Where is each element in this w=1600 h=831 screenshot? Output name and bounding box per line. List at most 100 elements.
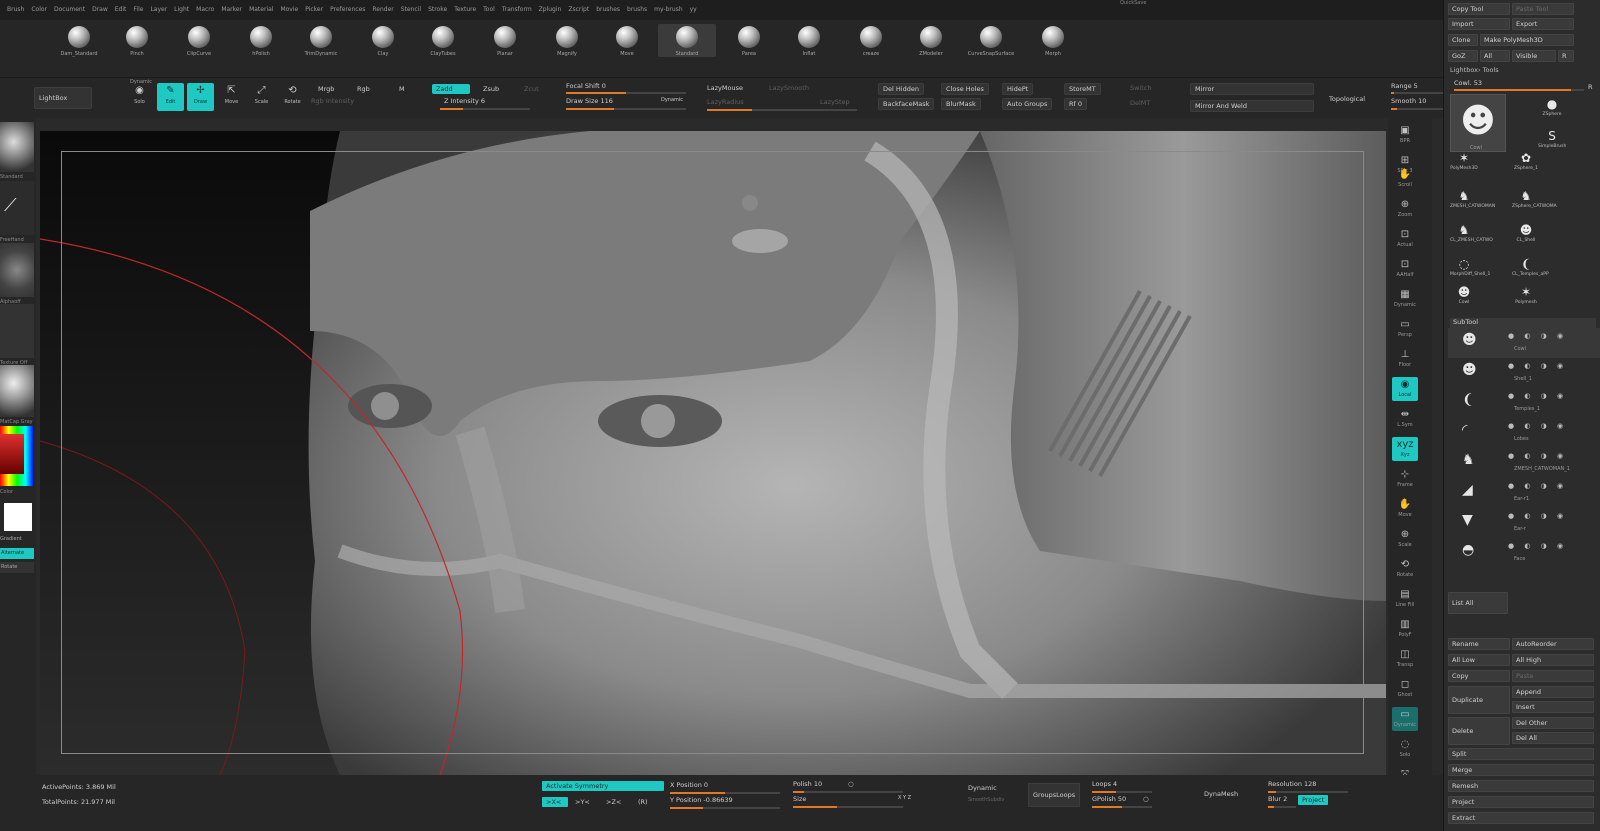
brush-zmodeler[interactable]: ZModeler xyxy=(902,24,960,57)
scale-button[interactable]: ⤢ Scale xyxy=(248,83,275,111)
goz-all-button[interactable]: All xyxy=(1480,50,1510,62)
menu-item[interactable]: brushes xyxy=(596,0,620,20)
tool-thumb[interactable]: ☻ CL_Shell xyxy=(1512,222,1540,243)
polish-slider[interactable]: Polish 10 xyxy=(793,780,822,788)
brush-creaze[interactable]: creaze xyxy=(842,24,900,57)
shelf-ghost-button[interactable]: ◻ Ghost xyxy=(1392,677,1418,701)
dynamic-subdiv-label[interactable]: Dynamic xyxy=(968,784,997,792)
stroke-thumbnail[interactable]: ⟋ FreeHand xyxy=(0,181,34,243)
tool-thumb[interactable]: ☻ Cowl xyxy=(1450,284,1478,305)
menu-item[interactable]: Zscript xyxy=(568,0,589,20)
activate-symmetry-button[interactable]: Activate Symmetry xyxy=(542,781,664,791)
subtool-visibility-icon[interactable]: ● ◐ ◑ ◉ xyxy=(1508,392,1567,400)
edit-button[interactable]: ✎ Edit xyxy=(157,83,184,111)
mirror-button[interactable]: Mirror xyxy=(1190,83,1314,95)
brush-clay[interactable]: Clay xyxy=(354,24,412,57)
focal-shift-slider[interactable]: Focal Shift 0 xyxy=(566,82,606,90)
shelf-polyf-button[interactable]: ▥ PolyF xyxy=(1392,617,1418,641)
tool-slider[interactable] xyxy=(1454,89,1584,91)
subtool-row[interactable]: ◢ ● ◐ ◑ ◉ Ear-r1 xyxy=(1448,478,1600,508)
size-track[interactable] xyxy=(793,806,903,808)
lazysmooth-slider[interactable]: LazySmooth xyxy=(769,84,809,92)
menu-item[interactable]: Document xyxy=(54,0,85,20)
shelf-zoom-button[interactable]: ⊕ Zoom xyxy=(1392,197,1418,221)
groups-loops-button[interactable]: GroupsLoops xyxy=(1028,783,1081,807)
blur-track[interactable] xyxy=(1268,806,1296,808)
project-toggle[interactable]: Project xyxy=(1298,795,1329,805)
dynamic-size-toggle[interactable]: Dynamic xyxy=(661,97,683,103)
subtool-row[interactable]: ▼ ● ◐ ◑ ◉ Ear-r xyxy=(1448,508,1600,538)
rgb-intensity-slider[interactable]: Rgb Intensity xyxy=(311,97,354,105)
lightbox-button[interactable]: LightBox xyxy=(34,87,92,109)
subtool-visibility-icon[interactable]: ● ◐ ◑ ◉ xyxy=(1508,452,1567,460)
resolution-track[interactable] xyxy=(1268,791,1348,793)
paste-button[interactable]: Paste xyxy=(1512,670,1594,682)
dynamesh-button[interactable]: DynaMesh xyxy=(1204,790,1238,798)
subtool-visibility-icon[interactable]: ● ◐ ◑ ◉ xyxy=(1508,422,1567,430)
shelf-persp-button[interactable]: ▭ Persp xyxy=(1392,317,1418,341)
menu-item[interactable]: Tool xyxy=(483,0,495,20)
rotate-button[interactable]: ⟲ Rotate xyxy=(279,83,306,111)
rename-button[interactable]: Rename xyxy=(1448,638,1510,650)
symmetry-radial-button[interactable]: (R) xyxy=(638,798,648,806)
subtool-row[interactable]: ◓ ● ◐ ◑ ◉ Face xyxy=(1448,538,1600,568)
x-position-slider[interactable]: X Position 0 xyxy=(670,781,708,789)
brush-inflat[interactable]: Inflat xyxy=(780,24,838,57)
quicksave-button[interactable]: QuickSave xyxy=(1120,0,1146,6)
brush-planar[interactable]: Planar xyxy=(476,24,534,57)
shelf-scroll-button[interactable]: ✋ Scroll xyxy=(1392,167,1418,191)
secondary-color[interactable] xyxy=(4,503,32,531)
zsub-button[interactable]: Zsub xyxy=(483,85,499,93)
menu-item[interactable]: Texture xyxy=(454,0,476,20)
shelf-line-fill-button[interactable]: ▤ Line Fill xyxy=(1392,587,1418,611)
menu-item[interactable]: Preferences xyxy=(330,0,365,20)
solo-button[interactable]: ◉ Solo xyxy=(126,83,153,111)
subtool-row[interactable]: ☻ ● ◐ ◑ ◉ Shell_1 xyxy=(1448,358,1600,388)
brush-claytubes[interactable]: ClayTubes xyxy=(414,24,472,57)
tool-thumb[interactable]: ✶ PolyMesh3D xyxy=(1450,150,1478,171)
export-button[interactable]: Export xyxy=(1512,18,1574,30)
subtool-visibility-icon[interactable]: ● ◐ ◑ ◉ xyxy=(1508,542,1567,550)
mirror-weld-button[interactable]: Mirror And Weld xyxy=(1190,100,1314,112)
subtool-visibility-icon[interactable]: ● ◐ ◑ ◉ xyxy=(1508,482,1567,490)
draw-button[interactable]: ✢ Draw xyxy=(187,83,214,111)
hidept-button[interactable]: HidePt xyxy=(1002,83,1034,95)
subtool-row[interactable]: ◜ ● ◐ ◑ ◉ Lobes xyxy=(1448,418,1600,448)
tool-thumb[interactable]: ✿ ZSphere_1 xyxy=(1512,150,1540,171)
viewport-canvas[interactable] xyxy=(40,131,1386,775)
menu-item[interactable]: Color xyxy=(31,0,47,20)
lazyradius-slider[interactable]: LazyRadius xyxy=(707,98,744,106)
menu-item[interactable]: Movie xyxy=(280,0,298,20)
x-position-track[interactable] xyxy=(670,792,780,794)
backfacemask-button[interactable]: BackfaceMask xyxy=(878,98,935,110)
shelf-aahalf-button[interactable]: ⊡ AAHalf xyxy=(1392,257,1418,281)
subtool-visibility-icon[interactable]: ● ◐ ◑ ◉ xyxy=(1508,332,1567,340)
y-position-track[interactable] xyxy=(670,807,780,809)
delmt-button[interactable]: DelMT xyxy=(1130,99,1150,107)
copy-tool-button[interactable]: Copy Tool xyxy=(1448,3,1510,15)
z-intensity-slider[interactable]: Z Intensity 6 xyxy=(444,97,485,105)
insert-button[interactable]: Insert xyxy=(1512,701,1594,713)
smooth-subdiv-slider[interactable]: SmoothSubdiv xyxy=(968,797,1004,803)
menu-item[interactable]: Stencil xyxy=(401,0,421,20)
blur-slider[interactable]: Blur 2 xyxy=(1268,795,1287,803)
menu-item[interactable]: Transform xyxy=(502,0,532,20)
menu-item[interactable]: Stroke xyxy=(428,0,447,20)
brush-trimdynamic[interactable]: TrimDynamic xyxy=(292,24,350,57)
loops-slider[interactable]: Loops 4 xyxy=(1092,780,1117,788)
tool-thumb[interactable]: ◌ MorphDiff_Shell_1 xyxy=(1450,256,1490,277)
brush-pinch[interactable]: Pinch xyxy=(108,24,166,57)
rotate-color-button[interactable]: Rotate xyxy=(0,562,34,573)
tool-thumb[interactable]: ♞ ZSphere_CATWOMA xyxy=(1512,188,1557,209)
current-tool-thumbnail[interactable]: ☻ xyxy=(1450,94,1506,152)
gpolish-toggle-icon[interactable]: ○ xyxy=(1143,795,1149,803)
lazymouse-button[interactable]: LazyMouse xyxy=(707,84,743,92)
focal-shift-track[interactable] xyxy=(566,92,686,94)
polish-toggle-icon[interactable]: ○ xyxy=(848,780,854,788)
tool-thumb[interactable]: ✶ Polymesh xyxy=(1512,284,1540,305)
brush-clipcurve[interactable]: ClipCurve xyxy=(170,24,228,57)
lazy-track[interactable] xyxy=(707,109,857,111)
menu-item[interactable]: my-brush xyxy=(654,0,682,20)
range-slider[interactable]: Range 5 xyxy=(1391,82,1418,90)
menu-item[interactable]: Brush xyxy=(7,0,24,20)
